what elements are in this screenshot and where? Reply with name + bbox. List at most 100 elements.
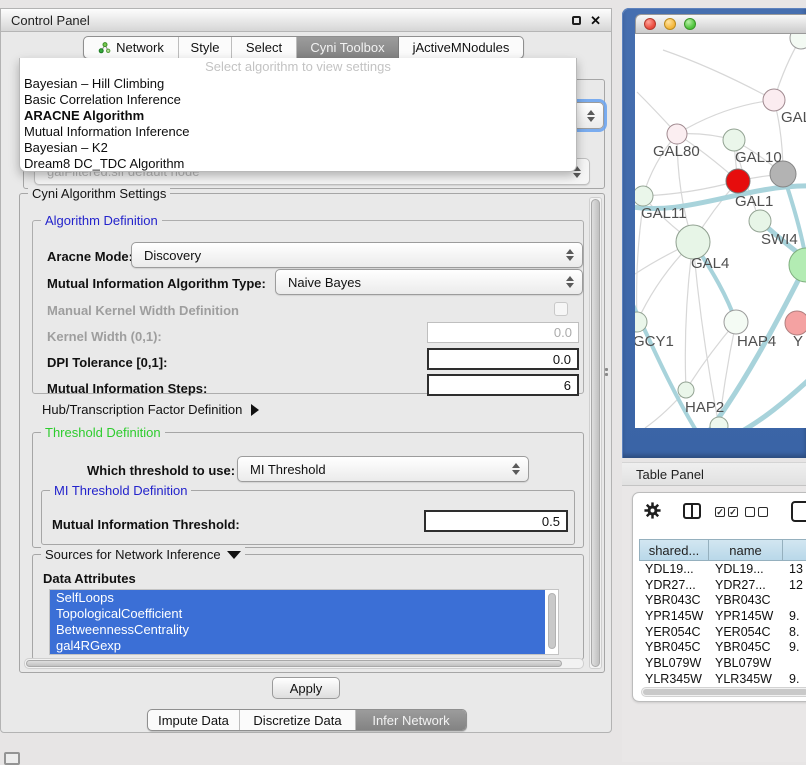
tab-style[interactable]: Style (179, 37, 232, 58)
table-row[interactable]: YBL079WYBL079W (639, 655, 806, 671)
network-window-titlebar[interactable] (635, 14, 806, 34)
network-node-gal10[interactable] (723, 129, 745, 151)
network-node[interactable] (789, 248, 806, 282)
table-cell: YLR345W (709, 672, 783, 686)
settings-horizontal-scrollbar[interactable] (24, 658, 584, 669)
attribute-item-topologicalcoefficient[interactable]: TopologicalCoefficient (50, 606, 545, 622)
mi-type-value: Naive Bayes (288, 275, 361, 290)
deselect-all-checkboxes-icon[interactable] (745, 507, 768, 517)
dpi-tolerance-field[interactable]: 0.0 (427, 348, 579, 370)
splitter-grip-icon[interactable] (604, 367, 610, 377)
table-row[interactable]: YDL19...YDL19...13 (639, 561, 806, 577)
network-edge[interactable] (643, 181, 738, 196)
apply-button[interactable]: Apply (272, 677, 340, 699)
algorithm-option-dream8-dc-tdc-algorithm[interactable]: Dream8 DC_TDC Algorithm (20, 156, 576, 172)
float-window-icon[interactable] (572, 16, 581, 25)
gear-icon[interactable] (643, 501, 662, 520)
network-node[interactable] (790, 34, 806, 49)
table-cell: 9. (783, 672, 806, 686)
tab-infer-network[interactable]: Infer Network (356, 710, 466, 730)
table-row[interactable]: YBR043CYBR043C (639, 592, 806, 608)
network-node-y[interactable] (785, 311, 806, 335)
tab-label: Style (191, 40, 220, 55)
close-traffic-light-icon[interactable] (644, 18, 656, 30)
zoom-traffic-light-icon[interactable] (684, 18, 696, 30)
tab-impute-data[interactable]: Impute Data (148, 710, 240, 730)
table-row[interactable]: YDR27...YDR27...12 (639, 577, 806, 593)
tab-select[interactable]: Select (232, 37, 297, 58)
mi-type-combobox[interactable]: Naive Bayes (275, 269, 583, 295)
settings-vertical-scrollbar[interactable] (589, 197, 602, 669)
algorithm-option-mutual-information-inference[interactable]: Mutual Information Inference (20, 124, 576, 140)
network-edge-highlighted[interactable] (733, 376, 806, 428)
table-row[interactable]: YPR145WYPR145W9. (639, 608, 806, 624)
network-canvas[interactable]: GALGAL80GAL10GAL1GAL11SWI4GAL4GCY1HAP4YH… (635, 34, 806, 428)
mi-threshold-label: Mutual Information Threshold: (52, 517, 240, 532)
column-header-shared[interactable]: shared... (639, 539, 709, 561)
table-row[interactable]: YBR045CYBR045C9. (639, 639, 806, 655)
table-cell: 9. (783, 640, 806, 654)
attribute-item-gal4rgexp[interactable]: gal4RGexp (50, 638, 545, 654)
aracne-mode-combobox[interactable]: Discovery (131, 242, 583, 268)
network-window[interactable]: GALGAL80GAL10GAL1GAL11SWI4GAL4GCY1HAP4YH… (622, 8, 806, 458)
tab-jactivemnodules[interactable]: jActiveMNodules (399, 37, 523, 58)
control-panel-titlebar[interactable]: Control Panel ✕ (1, 9, 611, 32)
table-cell: YBR043C (709, 593, 783, 607)
data-attributes-list[interactable]: SelfLoopsTopologicalCoefficientBetweenne… (49, 589, 559, 655)
node-table[interactable]: shared...nameAYDL19...YDL19...13YDR27...… (639, 539, 806, 695)
aracne-mode-value: Discovery (144, 248, 201, 263)
attribute-item-betweennesscentrality[interactable]: BetweennessCentrality (50, 622, 545, 638)
network-edge[interactable] (677, 100, 774, 134)
table-horizontal-scrollbar[interactable] (641, 687, 806, 697)
network-edge[interactable] (637, 206, 643, 322)
table-icon[interactable] (791, 501, 806, 522)
network-node-swi4[interactable] (749, 210, 771, 232)
network-node[interactable] (710, 417, 728, 428)
network-node-gal11[interactable] (635, 186, 653, 206)
mi-threshold-field[interactable]: 0.5 (424, 510, 568, 532)
hub-definition-label: Hub/Transcription Factor Definition (42, 402, 242, 417)
mi-type-label: Mutual Information Algorithm Type: (47, 276, 266, 291)
control-panel-window: Control Panel ✕ Network Style Select Cyni T… (0, 8, 612, 733)
network-node-gal4[interactable] (676, 225, 710, 259)
algorithm-option-aracne-algorithm[interactable]: ARACNE Algorithm (20, 108, 576, 124)
which-threshold-combobox[interactable]: MI Threshold (237, 456, 529, 482)
tab-network[interactable]: Network (84, 37, 179, 58)
dock-panel-icon[interactable] (4, 752, 20, 765)
network-node-hap2[interactable] (678, 382, 694, 398)
algorithm-option-bayesian-hill-climbing[interactable]: Bayesian – Hill Climbing (20, 76, 576, 92)
select-all-checkboxes-icon[interactable]: ✓✓ (715, 507, 738, 517)
column-header-a[interactable]: A (783, 539, 806, 561)
table-cell: YBR043C (639, 593, 709, 607)
network-node-gal[interactable] (763, 89, 785, 111)
network-edge[interactable] (663, 50, 774, 100)
sources-title[interactable]: Sources for Network Inference (41, 547, 245, 562)
mi-steps-field[interactable]: 6 (427, 374, 579, 396)
table-row[interactable]: YLR345WYLR345W9. (639, 671, 806, 687)
table-cell: YER054C (639, 625, 709, 639)
hub-definition-expander[interactable]: Hub/Transcription Factor Definition (42, 402, 259, 417)
network-node-gal1[interactable] (726, 169, 750, 193)
table-cell: YPR145W (709, 609, 783, 623)
algorithm-option-basic-correlation-inference[interactable]: Basic Correlation Inference (20, 92, 576, 108)
tab-cyni-toolbox[interactable]: Cyni Toolbox (297, 37, 399, 58)
network-node-gal80[interactable] (667, 124, 687, 144)
attribute-item-selfloops[interactable]: SelfLoops (50, 590, 545, 606)
manual-kernel-checkbox[interactable] (554, 302, 568, 316)
network-node-label: GAL11 (641, 205, 687, 222)
algorithm-option-bayesian-k2[interactable]: Bayesian – K2 (20, 140, 576, 156)
tab-discretize-data[interactable]: Discretize Data (240, 710, 356, 730)
combo-arrows-icon (587, 110, 595, 122)
table-row[interactable]: YER054CYER054C8. (639, 624, 806, 640)
which-threshold-value: MI Threshold (250, 462, 326, 477)
minimize-traffic-light-icon[interactable] (664, 18, 676, 30)
tab-label: Cyni Toolbox (310, 40, 384, 55)
column-header-name[interactable]: name (709, 539, 783, 561)
manual-kernel-label: Manual Kernel Width Definition (47, 303, 239, 318)
split-columns-icon[interactable] (683, 503, 701, 519)
close-window-icon[interactable]: ✕ (590, 14, 601, 27)
kernel-width-field[interactable]: 0.0 (427, 322, 579, 343)
list-scrollbar-thumb[interactable] (548, 593, 556, 649)
node-table-card: ✓✓ shared...nameAYDL19...YDL19...13YDR27… (632, 492, 806, 702)
network-node-hap4[interactable] (724, 310, 748, 334)
